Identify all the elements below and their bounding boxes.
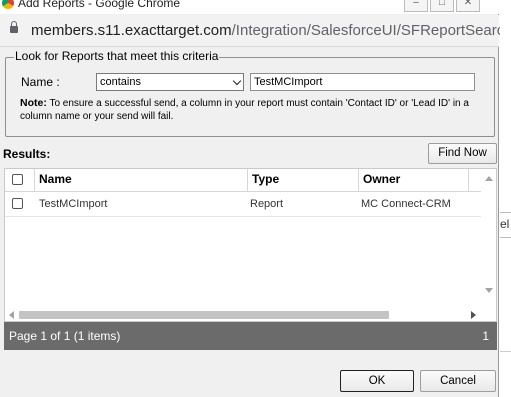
row-name: TestMCImport xyxy=(39,198,108,210)
scroll-left-arrow-icon[interactable] xyxy=(9,311,14,319)
chevron-down-icon xyxy=(232,76,242,86)
ok-button[interactable]: OK xyxy=(340,370,414,392)
operator-selected-value: contains xyxy=(100,76,141,88)
column-header-spacer xyxy=(468,169,482,191)
dialog-window: Add Reports - Google Chrome – □ ✕ member… xyxy=(0,0,511,397)
note-text: Note: To ensure a successful send, a col… xyxy=(20,97,488,123)
note-body: To ensure a successful send, a column in… xyxy=(20,98,469,122)
vertical-scrollbar[interactable] xyxy=(481,169,496,311)
column-header-name[interactable]: Name xyxy=(34,169,247,191)
table-row[interactable]: TestMCImport Report MC Connect-CRM xyxy=(5,192,482,217)
horizontal-scroll-thumb[interactable] xyxy=(19,311,389,319)
note-label: Note: xyxy=(20,97,47,109)
url-host: members.s11.exacttarget.com xyxy=(31,22,232,39)
minimize-button[interactable]: – xyxy=(404,0,428,12)
url-text[interactable]: members.s11.exacttarget.com/Integration/… xyxy=(31,22,511,39)
row-owner: MC Connect-CRM xyxy=(361,198,451,210)
horizontal-scrollbar[interactable] xyxy=(5,309,496,321)
address-bar[interactable]: members.s11.exacttarget.com/Integration/… xyxy=(0,15,511,47)
scroll-right-arrow-icon[interactable] xyxy=(471,311,476,319)
pager-summary: Page 1 of 1 (1 items) xyxy=(9,329,121,343)
window-title: Add Reports - Google Chrome xyxy=(18,0,181,10)
pager-page-number[interactable]: 1 xyxy=(482,329,489,343)
column-header-type[interactable]: Type xyxy=(247,169,358,191)
background-page: el xyxy=(500,0,511,397)
select-all-checkbox[interactable] xyxy=(12,174,23,185)
lock-icon xyxy=(10,21,18,33)
grid-header: Name Type Owner xyxy=(5,169,482,192)
chrome-icon xyxy=(2,0,14,9)
report-name-input[interactable]: TestMCImport xyxy=(250,73,475,91)
row-checkbox[interactable] xyxy=(12,198,23,209)
find-now-button[interactable]: Find Now xyxy=(428,143,497,164)
results-grid: Name Type Owner TestMCImport Report MC C… xyxy=(4,168,497,322)
cancel-button[interactable]: Cancel xyxy=(420,370,496,392)
name-label: Name : xyxy=(21,75,60,89)
row-type: Report xyxy=(250,198,284,210)
pager-bar: Page 1 of 1 (1 items) 1 xyxy=(4,322,497,350)
operator-select[interactable]: contains xyxy=(96,73,244,91)
results-label: Results: xyxy=(3,147,51,161)
maximize-button[interactable]: □ xyxy=(430,0,454,12)
scroll-up-arrow-icon[interactable] xyxy=(485,176,493,181)
title-bar: Add Reports - Google Chrome – □ ✕ xyxy=(0,0,499,14)
column-header-owner[interactable]: Owner xyxy=(358,169,468,191)
background-page-fragment: el xyxy=(500,212,511,238)
criteria-legend: Look for Reports that meet this criteria xyxy=(14,49,220,63)
close-button[interactable]: ✕ xyxy=(456,0,480,12)
url-path: /Integration/SalesforceUI/SFReportSearc.… xyxy=(231,22,511,39)
scroll-down-arrow-icon[interactable] xyxy=(485,288,493,293)
background-divider xyxy=(500,351,511,352)
